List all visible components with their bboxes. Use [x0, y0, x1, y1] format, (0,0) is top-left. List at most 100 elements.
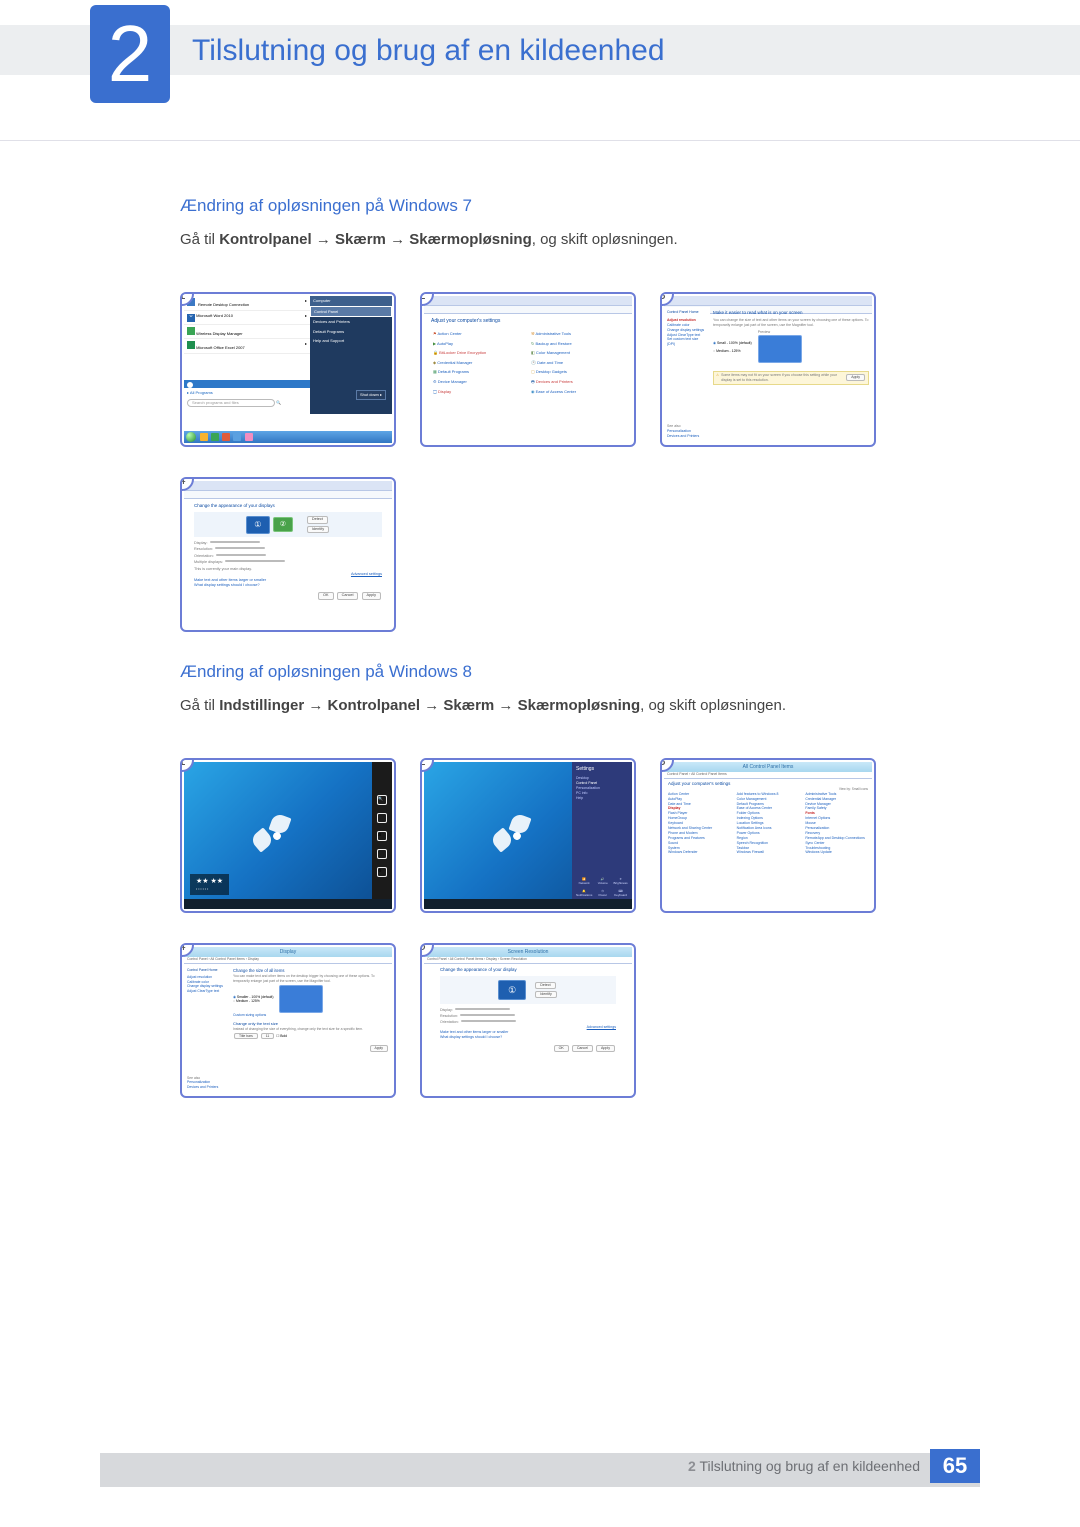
- win7-heading: Ændring af opløsningen på Windows 7: [180, 196, 900, 216]
- cp-item: Device Manager: [438, 379, 467, 384]
- path-part: Skærm: [443, 697, 494, 714]
- screenshot-step: 1 🔍 ⊞ ⚙ ★★ ★★ • • • • • •: [180, 758, 396, 913]
- link-text: What display settings should I choose?: [194, 583, 382, 588]
- detect-button: Detect: [535, 982, 555, 989]
- panel-item: Help: [576, 796, 628, 801]
- win8-heading: Ændring af opløsningen på Windows 8: [180, 662, 900, 682]
- win8-screenshots: 1 🔍 ⊞ ⚙ ★★ ★★ • • • • • •: [180, 758, 900, 1098]
- screenshot-step: 3 Control Panel Home Adjust resolution C…: [660, 292, 876, 447]
- arrow-icon: →: [308, 697, 323, 714]
- path-part: Skærmopløsning: [518, 697, 641, 714]
- cp-item-highlighted: Display: [438, 389, 451, 394]
- cp-item: Administrative Tools: [535, 331, 571, 336]
- taskbar: [184, 431, 392, 443]
- apply-button: Apply: [362, 592, 382, 599]
- panel-heading: Change the appearance of your display: [440, 967, 616, 973]
- cp-item: AutoPlay: [437, 341, 453, 346]
- field-label: Orientation:: [440, 1020, 459, 1024]
- screenres-mock: Change the appearance of your displays ①…: [184, 481, 392, 628]
- radio-option: Medium - 125%: [236, 999, 260, 1003]
- cp-item: Desktop Gadgets: [536, 369, 567, 374]
- path-part: Kontrolpanel: [219, 231, 312, 248]
- win7-instruction: Gå til Kontrolpanel → Skærm → Skærmopløs…: [180, 228, 900, 252]
- cp-item: Default Programs: [438, 369, 469, 374]
- screenshot-step: 2 Settings Desktop Control Panel Persona…: [420, 758, 636, 913]
- side-item: Devices and Printers: [667, 434, 699, 439]
- menu-item-highlighted: Control Panel: [310, 306, 392, 318]
- arrow-icon: →: [316, 231, 331, 248]
- cp-item: Windows Defender: [668, 850, 731, 855]
- charms-bar: 🔍 ⊞ ⚙: [372, 762, 392, 909]
- header-rule: [0, 140, 1080, 141]
- window-titlebar: All Control Panel Items: [664, 762, 872, 772]
- advanced-link: Advanced settings: [351, 572, 382, 576]
- cp-item: RemoteApp and Desktop Connections: [805, 836, 868, 841]
- cp-item: Color Management: [536, 350, 570, 355]
- menu-header: Computer: [310, 296, 392, 306]
- menu-item: Wireless Display Manager: [196, 331, 242, 336]
- chapter-title: Tilslutning og brug af en kildeenhed: [192, 34, 665, 68]
- text: Gå til: [180, 697, 219, 714]
- all-programs: All Programs: [190, 390, 213, 395]
- text: , og skift opløsningen.: [640, 697, 786, 714]
- win7-screenshots: 1 Remote Desktop Connection ▸ W Microsof…: [180, 292, 900, 632]
- identify-button: Identify: [535, 991, 557, 998]
- text: , og skift opløsningen.: [532, 231, 678, 248]
- start-menu-mock: Remote Desktop Connection ▸ W Microsoft …: [184, 296, 392, 443]
- panel-heading: Change the appearance of your displays: [194, 503, 382, 509]
- arrow-icon: →: [390, 231, 405, 248]
- path-part: Kontrolpanel: [328, 697, 421, 714]
- share-charm-icon: [377, 813, 387, 823]
- cp-item: Windows Firewall: [737, 850, 800, 855]
- devices-charm-icon: [377, 849, 387, 859]
- field-label: Display:: [440, 1008, 453, 1012]
- cp-item: Action Center: [437, 331, 461, 336]
- path-part: Indstillinger: [219, 697, 304, 714]
- breadcrumb: Control Panel › All Control Panel Items …: [427, 957, 527, 961]
- footer-text: 2 Tilslutning og brug af en kildeenhed: [688, 1458, 920, 1474]
- window-titlebar: Screen Resolution: [424, 947, 632, 957]
- apply-button: Apply: [846, 374, 865, 381]
- win8-display-mock: Display Control Panel › All Control Pane…: [184, 947, 392, 1094]
- link-text: What display settings should I choose?: [440, 1035, 616, 1040]
- start-charm-icon: ⊞: [377, 831, 387, 841]
- display-mock: Control Panel Home Adjust resolution Cal…: [664, 296, 872, 443]
- win8-screenres-mock: Screen Resolution Control Panel › All Co…: [424, 947, 632, 1094]
- tile-icon: 🔊Volume: [595, 877, 610, 885]
- cp-item: Ease of Access Center: [536, 389, 576, 394]
- cp-item: Windows Update: [805, 850, 868, 855]
- field-label: Resolution:: [194, 547, 213, 551]
- warning-text: Some items may not fit on your screen if…: [721, 373, 843, 383]
- screenshot-step: 5 Screen Resolution Control Panel › All …: [420, 943, 636, 1098]
- start-orb-icon: [186, 432, 196, 442]
- side-item: Change display settings: [667, 328, 707, 333]
- tile-icon: 🔔Notifications: [576, 889, 592, 897]
- cp-sidebar: Control Panel Home Adjust resolution Cal…: [184, 965, 230, 1094]
- footer-chapter-num: 2: [688, 1458, 696, 1474]
- dropdown: 11: [261, 1033, 275, 1040]
- menu-item: Default Programs: [310, 327, 392, 337]
- win8-taskbar: [424, 899, 632, 909]
- apply-button: Apply: [370, 1045, 388, 1052]
- link-text: Custom sizing options: [233, 1013, 389, 1018]
- screenshot-step: 3 All Control Panel Items Control Panel …: [660, 758, 876, 913]
- cp-item: Backup and Restore: [535, 341, 571, 346]
- control-panel-mock: Adjust your computer's settings ⚑ Action…: [424, 296, 632, 443]
- tile-icon: ⏻Power: [595, 889, 610, 897]
- tile-icon: ⌨Keyboard: [613, 889, 628, 897]
- settings-panel: Settings Desktop Control Panel Personali…: [572, 762, 632, 909]
- search-input: Search programs and files: [187, 399, 275, 407]
- cp-item: Date and Time: [537, 360, 563, 365]
- panel-title: Settings: [576, 766, 628, 773]
- arrow-icon: →: [424, 697, 439, 714]
- window-titlebar: Display: [184, 947, 392, 957]
- monitor-preview-icon: [279, 985, 323, 1013]
- display-main: Make it easier to read what is on your s…: [710, 307, 872, 443]
- radio-option: Small - 100% (default): [717, 341, 752, 345]
- radio-option: Smaller - 100% (default): [237, 995, 274, 999]
- cancel-button: Cancel: [337, 592, 359, 599]
- monitor-preview-icon: [758, 335, 802, 363]
- cancel-button: Cancel: [572, 1045, 593, 1052]
- checkbox-label: Bold: [280, 1034, 287, 1038]
- menu-item: Help and Support: [310, 336, 392, 346]
